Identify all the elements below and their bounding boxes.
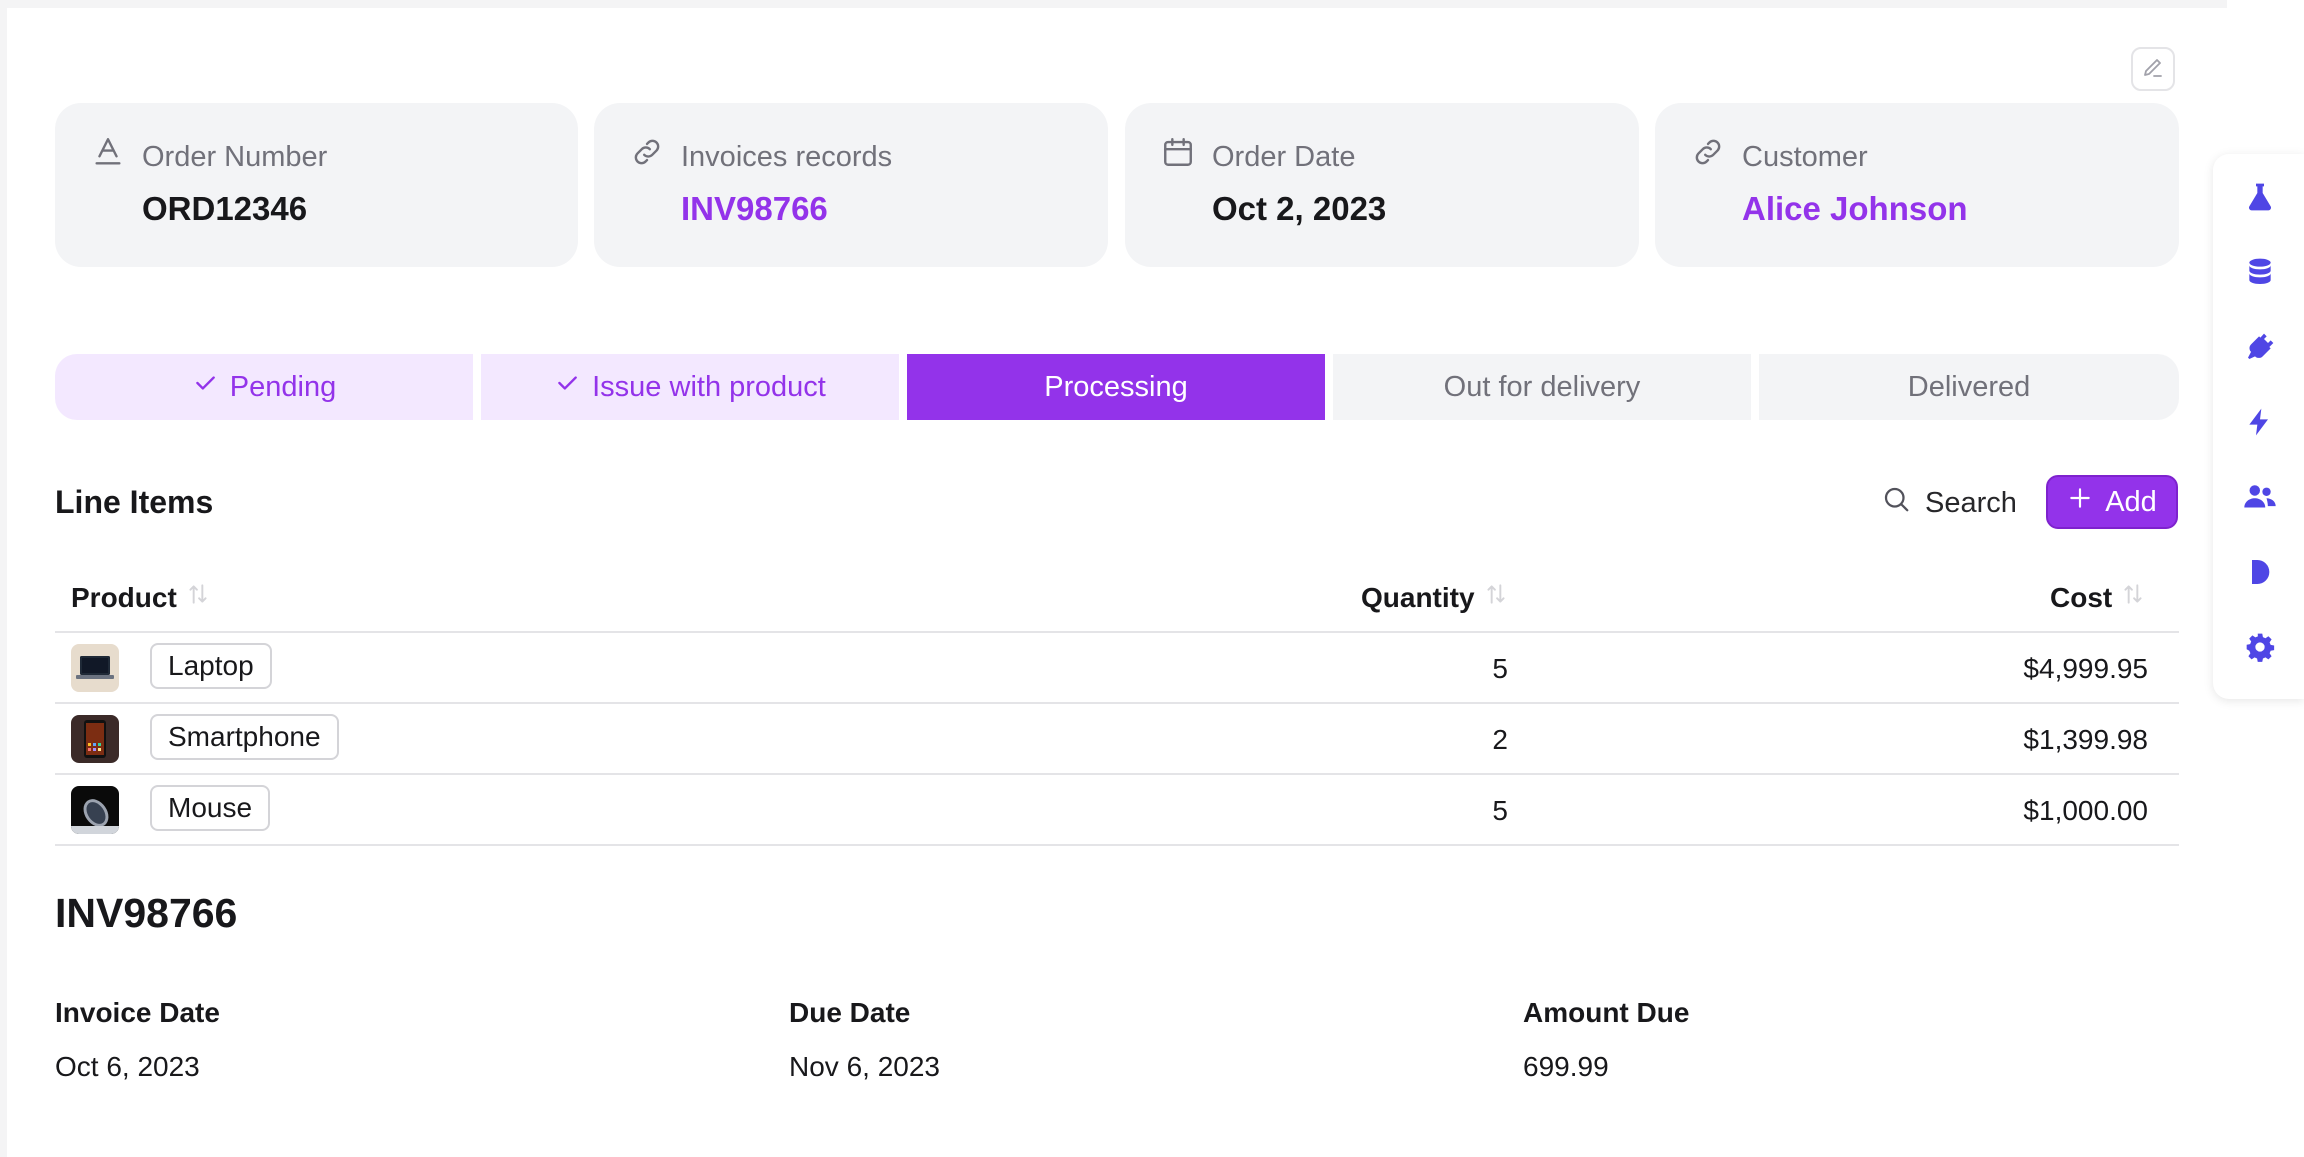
step-pending[interactable]: Pending <box>55 354 473 420</box>
order-date-card: Order Date Oct 2, 2023 <box>1125 103 1639 267</box>
quantity-cell: 5 <box>1492 795 1508 826</box>
play-icon[interactable] <box>2243 555 2277 589</box>
left-border <box>0 0 7 1157</box>
column-header-cost[interactable]: Cost <box>2050 581 2146 614</box>
quantity-cell: 2 <box>1492 724 1508 755</box>
product-tag[interactable]: Smartphone <box>150 714 339 760</box>
right-sidebar <box>2213 154 2304 699</box>
step-label: Issue with product <box>592 370 826 403</box>
plug-icon[interactable] <box>2243 330 2277 364</box>
customer-label: Customer <box>1742 141 1868 173</box>
order-number-label: Order Number <box>142 141 328 173</box>
due-date-value: Nov 6, 2023 <box>789 1051 940 1082</box>
search-label: Search <box>1925 486 2017 519</box>
database-icon[interactable] <box>2243 255 2277 289</box>
customer-link[interactable]: Alice Johnson <box>1742 190 1968 228</box>
sort-icon <box>1483 581 1509 614</box>
amount-due-value: 699.99 <box>1523 1051 1609 1082</box>
add-button[interactable]: Add <box>2046 475 2178 529</box>
order-date-value: Oct 2, 2023 <box>1212 190 1387 227</box>
pencil-icon <box>2141 55 2165 84</box>
search-icon <box>1881 484 1911 522</box>
due-date-label: Due Date <box>789 997 911 1028</box>
table-row[interactable]: Laptop 5 $4,999.95 <box>55 633 2179 704</box>
order-number-card: Order Number ORD12346 <box>55 103 578 267</box>
table-row[interactable]: Smartphone 2 $1,399.98 <box>55 704 2179 775</box>
invoice-link[interactable]: INV98766 <box>681 190 828 228</box>
sort-icon <box>185 581 211 614</box>
text-icon <box>91 135 125 169</box>
check-icon <box>554 370 580 404</box>
add-label: Add <box>2105 485 2157 518</box>
invoice-date-value: Oct 6, 2023 <box>55 1051 200 1082</box>
search-button[interactable]: Search <box>1881 478 2017 528</box>
flask-icon[interactable] <box>2243 180 2277 214</box>
status-stepper: Pending Issue with product Processing Ou… <box>55 354 2179 420</box>
plus-icon <box>2067 485 2093 519</box>
column-header-product[interactable]: Product <box>71 581 211 614</box>
cost-cell: $1,399.98 <box>2023 724 2148 755</box>
top-strip <box>7 0 2227 8</box>
gear-icon[interactable] <box>2243 630 2277 664</box>
step-label: Out for delivery <box>1443 370 1641 403</box>
table-header: Product Quantity Cost <box>55 565 2179 633</box>
table-row[interactable]: Mouse 5 $1,000.00 <box>55 775 2179 846</box>
cost-cell: $4,999.95 <box>2023 653 2148 684</box>
sort-icon <box>2120 581 2146 614</box>
column-header-quantity[interactable]: Quantity <box>1361 581 1509 614</box>
mouse-thumbnail <box>71 786 119 834</box>
amount-due-label: Amount Due <box>1523 997 1690 1028</box>
step-label: Pending <box>229 370 337 403</box>
product-tag[interactable]: Laptop <box>150 643 272 689</box>
bolt-icon[interactable] <box>2243 405 2277 439</box>
step-out-for-delivery[interactable]: Out for delivery <box>1333 354 1751 420</box>
step-label: Processing <box>1044 370 1188 403</box>
link-icon <box>1691 135 1725 169</box>
step-delivered[interactable]: Delivered <box>1759 354 2179 420</box>
product-tag[interactable]: Mouse <box>150 785 271 831</box>
order-number-value: ORD12346 <box>142 190 308 227</box>
invoice-date-label: Invoice Date <box>55 997 220 1028</box>
step-issue-with-product[interactable]: Issue with product <box>481 354 899 420</box>
step-label: Delivered <box>1907 370 2031 403</box>
invoices-card: Invoices records INV98766 <box>594 103 1108 267</box>
line-items-title: Line Items <box>55 484 214 520</box>
edit-button[interactable] <box>2131 47 2175 91</box>
check-icon <box>192 370 218 404</box>
calendar-icon <box>1161 135 1195 169</box>
order-date-label: Order Date <box>1212 141 1356 173</box>
quantity-cell: 5 <box>1492 653 1508 684</box>
customer-card: Customer Alice Johnson <box>1655 103 2179 267</box>
link-icon <box>630 135 664 169</box>
smartphone-thumbnail <box>71 715 119 763</box>
invoice-title: INV98766 <box>55 890 238 936</box>
step-processing[interactable]: Processing <box>907 354 1325 420</box>
invoices-label: Invoices records <box>681 141 893 173</box>
laptop-thumbnail <box>71 644 119 692</box>
cost-cell: $1,000.00 <box>2023 795 2148 826</box>
line-items-table: Product Quantity Cost Laptop 5 $4,999.95… <box>55 565 2179 846</box>
users-icon[interactable] <box>2243 480 2277 514</box>
